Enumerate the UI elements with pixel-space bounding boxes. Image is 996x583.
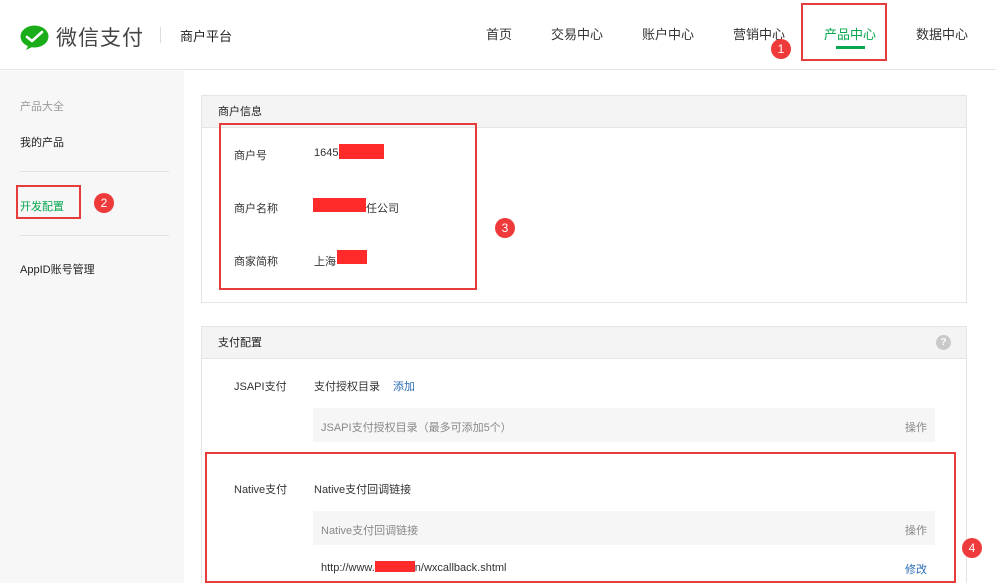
pay-config-title: 支付配置 xyxy=(202,327,966,359)
sidebar-divider xyxy=(20,171,169,172)
jsapi-table-header: JSAPI支付授权目录（最多可添加5个） 操作 xyxy=(313,408,935,442)
annotation-number-2: 2 xyxy=(94,193,114,213)
sidebar: 产品大全 我的产品 开发配置 AppID账号管理 xyxy=(0,71,184,583)
annotation-number-4: 4 xyxy=(962,538,982,558)
wechat-pay-logo[interactable]: 微信支付 xyxy=(20,22,144,52)
header-divider xyxy=(160,27,161,43)
brand-name: 微信支付 xyxy=(56,27,144,50)
nav-trade-center[interactable]: 交易中心 xyxy=(551,24,603,43)
sidebar-divider xyxy=(20,235,169,236)
nav-home[interactable]: 首页 xyxy=(486,24,512,43)
pay-config-title-text: 支付配置 xyxy=(218,337,262,349)
annotation-box-native-pay xyxy=(205,452,956,583)
platform-title: 商户平台 xyxy=(180,29,233,44)
jsapi-table-col-action: 操作 xyxy=(905,422,927,434)
sidebar-item-appid-management[interactable]: AppID账号管理 xyxy=(20,261,95,277)
help-icon[interactable]: ? xyxy=(936,335,951,350)
nav-account-center[interactable]: 账户中心 xyxy=(642,24,694,43)
wechat-pay-logo-icon xyxy=(20,25,49,50)
annotation-number-3: 3 xyxy=(495,218,515,238)
sidebar-item-my-products[interactable]: 我的产品 xyxy=(20,134,64,150)
jsapi-item-title: 支付授权目录 xyxy=(314,381,380,393)
annotation-box-merchant-info xyxy=(219,123,477,290)
jsapi-table-col-directory: JSAPI支付授权目录（最多可添加5个） xyxy=(321,422,512,434)
annotation-box-product-center xyxy=(801,3,887,61)
sidebar-heading: 产品大全 xyxy=(20,101,64,113)
annotation-box-dev-config xyxy=(16,185,81,219)
nav-data-center[interactable]: 数据中心 xyxy=(916,24,968,43)
jsapi-label: JSAPI支付 xyxy=(234,381,287,393)
annotation-number-1: 1 xyxy=(771,39,791,59)
jsapi-add-link[interactable]: 添加 xyxy=(393,378,415,394)
